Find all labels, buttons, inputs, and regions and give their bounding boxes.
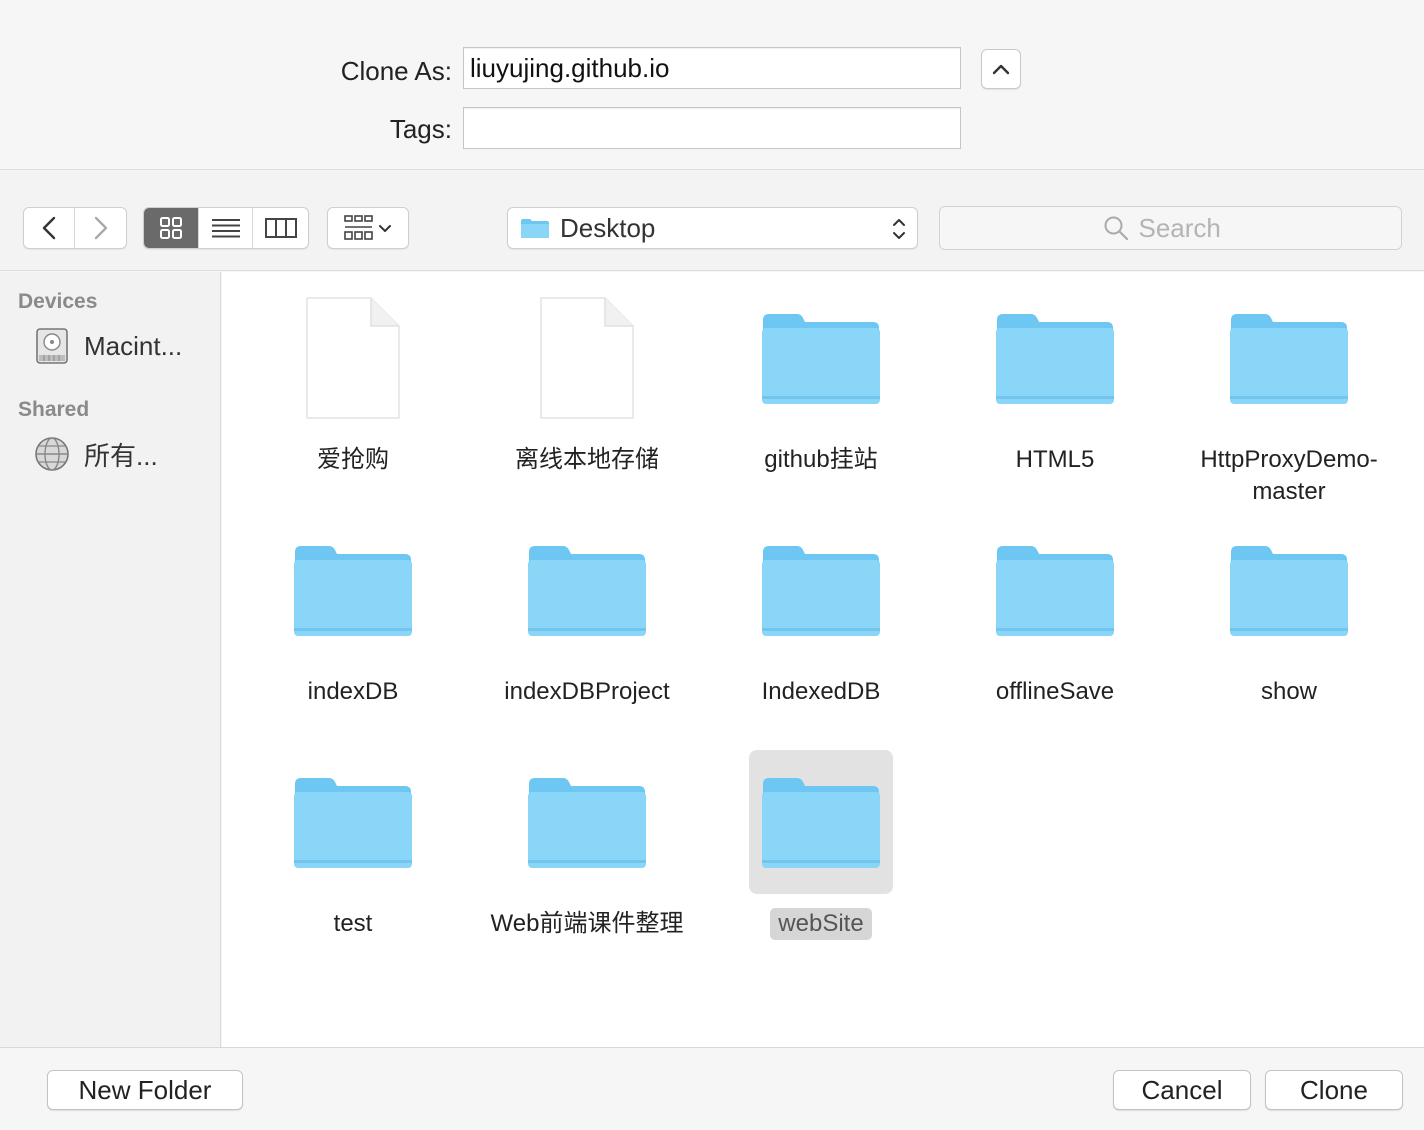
item-name: indexDBProject	[504, 678, 670, 705]
new-folder-button[interactable]: New Folder	[47, 1070, 243, 1110]
folder-item[interactable]: indexDB	[236, 518, 470, 708]
folder-icon	[294, 546, 412, 636]
folder-icon	[528, 546, 646, 636]
item-name: show	[1260, 678, 1318, 705]
location-label: Desktop	[560, 212, 656, 243]
folder-item[interactable]: IndexedDB	[704, 518, 938, 708]
folder-item[interactable]: github挂站	[704, 286, 938, 476]
folder-icon	[521, 219, 549, 238]
tags-label: Tags:	[389, 114, 452, 144]
item-name: 爱抢购	[317, 446, 389, 473]
clone-options-panel: Clone As: Tags:	[0, 0, 1424, 170]
grid-icon	[159, 217, 182, 239]
back-button[interactable]	[24, 208, 76, 248]
blank-document-icon	[540, 297, 634, 419]
item-name: test	[333, 910, 373, 937]
item-name: webSite	[770, 908, 872, 940]
folder-item[interactable]: Web前端课件整理	[470, 750, 704, 940]
chevron-down-icon	[379, 225, 391, 232]
dialog-footer: New Folder Cancel Clone	[0, 1047, 1424, 1130]
clone-button[interactable]: Clone	[1265, 1070, 1403, 1110]
folder-icon	[762, 778, 880, 868]
forward-button[interactable]	[75, 208, 126, 248]
folder-icon	[996, 546, 1114, 636]
back-forward-control	[23, 207, 127, 249]
item-name: HTML5	[1015, 446, 1095, 473]
item-name: github挂站	[764, 446, 878, 473]
clone-as-label: Clone As:	[340, 56, 452, 86]
search-field[interactable]	[939, 206, 1402, 250]
clone-as-input[interactable]	[463, 47, 961, 89]
blank-document-icon	[306, 297, 400, 419]
chevron-left-icon	[42, 216, 56, 240]
columns-icon	[264, 218, 297, 238]
chevron-up-icon	[992, 64, 1010, 75]
item-name: IndexedDB	[761, 678, 881, 705]
icon-view-button[interactable]	[144, 208, 199, 248]
item-name: indexDB	[307, 678, 399, 705]
sidebar-item-label: 所有...	[84, 440, 158, 471]
folder-item[interactable]: HTML5	[938, 286, 1172, 476]
sidebar-item-all-shared[interactable]: 所有...	[34, 434, 158, 474]
folder-item-selected[interactable]: webSite	[704, 750, 938, 940]
folder-icon	[762, 546, 880, 636]
folder-item[interactable]: show	[1172, 518, 1406, 708]
column-view-button[interactable]	[253, 208, 308, 248]
sidebar-item-label: Macint...	[84, 330, 183, 361]
item-name: 离线本地存储	[515, 446, 659, 473]
location-popup[interactable]: Desktop	[507, 207, 918, 249]
folder-icon	[294, 778, 412, 868]
folder-item[interactable]: offlineSave	[938, 518, 1172, 708]
sidebar-item-macintosh[interactable]: Macint...	[34, 326, 182, 366]
file-item[interactable]: 离线本地存储	[470, 286, 704, 476]
chevron-right-icon	[94, 216, 107, 240]
item-name: offlineSave	[995, 678, 1115, 705]
view-mode-control	[143, 207, 309, 249]
sidebar: Devices Macint... Shared 所有...	[0, 272, 221, 1047]
folder-icon	[528, 778, 646, 868]
list-icon	[211, 219, 240, 238]
file-item[interactable]: 爱抢购	[236, 286, 470, 476]
search-input[interactable]	[1138, 212, 1239, 244]
network-globe-icon	[35, 437, 69, 471]
sidebar-header-devices: Devices	[18, 290, 98, 313]
search-icon	[1103, 215, 1129, 241]
folder-icon	[1230, 546, 1348, 636]
list-view-button[interactable]	[199, 208, 254, 248]
cancel-button[interactable]: Cancel	[1113, 1070, 1251, 1110]
folder-item[interactable]: indexDBProject	[470, 518, 704, 708]
browser-toolbar: Desktop	[0, 171, 1424, 271]
sidebar-header-shared: Shared	[18, 398, 90, 421]
hard-drive-icon	[36, 328, 68, 364]
folder-icon	[1230, 314, 1348, 404]
item-name: HttpProxyDemo-master	[1200, 446, 1378, 505]
folder-icon	[996, 314, 1114, 404]
file-browser: 爱抢购 离线本地存储 github挂站 HTML5 HttpProxyDemo-…	[222, 272, 1424, 1047]
group-by-icon	[344, 215, 391, 240]
folder-icon	[762, 314, 880, 404]
up-down-chevron-icon	[893, 219, 905, 239]
item-name: Web前端课件整理	[490, 910, 684, 937]
tags-input[interactable]	[463, 107, 961, 149]
arrange-menu-button[interactable]	[327, 207, 409, 249]
collapse-button[interactable]	[981, 49, 1021, 89]
folder-item[interactable]: test	[236, 750, 470, 940]
folder-item[interactable]: HttpProxyDemo-master	[1172, 286, 1406, 508]
